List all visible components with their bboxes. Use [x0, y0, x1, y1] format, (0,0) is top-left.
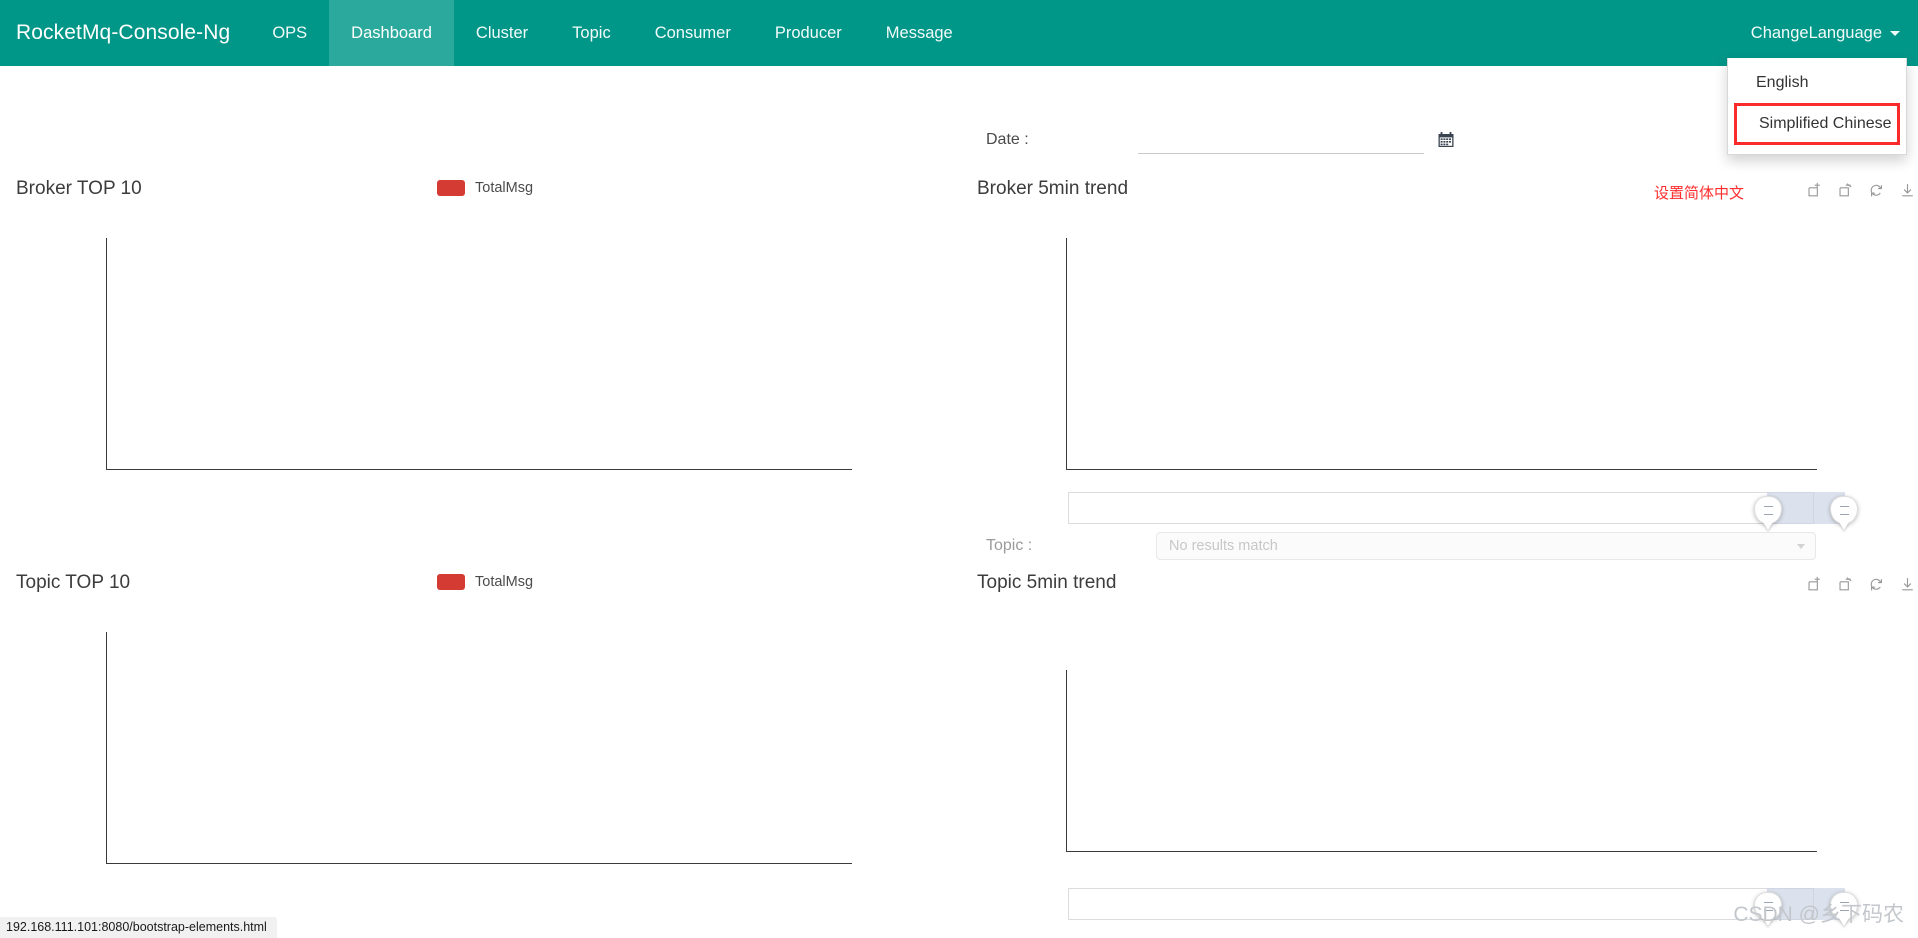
- change-language-dropdown-toggle[interactable]: ChangeLanguage: [1751, 24, 1900, 43]
- nav-item-dashboard[interactable]: Dashboard: [329, 0, 454, 66]
- save-image-icon[interactable]: [1899, 182, 1916, 199]
- panel-title-broker-trend: Broker 5min trend: [977, 178, 1129, 199]
- nav-item-topic[interactable]: Topic: [550, 0, 633, 66]
- nav-item-ops[interactable]: OPS: [250, 0, 329, 66]
- datazoom-slider-topic-trend[interactable]: [1068, 888, 1858, 926]
- datazoom-handle-right[interactable]: [1830, 496, 1858, 530]
- topic-select-value: No results match: [1169, 538, 1278, 554]
- date-filter-row: Date :: [986, 122, 1466, 158]
- topic-label: Topic :: [986, 537, 1033, 554]
- topic-filter-row: Topic : No results match: [986, 532, 1816, 560]
- navbar-right-section: ChangeLanguage: [1751, 0, 1918, 66]
- nav-item-consumer[interactable]: Consumer: [633, 0, 753, 66]
- panel-title-topic-trend: Topic 5min trend: [977, 572, 1117, 593]
- toolbox-topic-trend: [1806, 576, 1916, 593]
- chart-broker-top10[interactable]: [106, 238, 852, 470]
- topic-select[interactable]: No results match: [1156, 532, 1816, 560]
- data-zoom-icon[interactable]: [1806, 576, 1823, 593]
- datazoom-handle-right[interactable]: [1830, 892, 1858, 926]
- legend-topic-top10: TotalMsg: [437, 574, 533, 590]
- panel-title-topic-top10: Topic TOP 10: [16, 572, 131, 593]
- chart-topic-5min-trend[interactable]: [1066, 670, 1817, 852]
- legend-swatch-totalmsg[interactable]: [437, 180, 465, 196]
- calendar-icon[interactable]: [1438, 132, 1454, 148]
- restore-icon[interactable]: [1868, 576, 1885, 593]
- app-brand[interactable]: RocketMq-Console-Ng: [0, 0, 250, 66]
- nav-item-message[interactable]: Message: [864, 0, 975, 66]
- annotation-set-simplified-chinese: 设置简体中文: [1654, 185, 1745, 202]
- browser-status-bar-url: 192.168.111.101:8080/bootstrap-elements.…: [0, 917, 277, 938]
- legend-label-totalmsg: TotalMsg: [475, 574, 534, 590]
- legend-broker-top10: TotalMsg: [437, 180, 533, 196]
- legend-label-totalmsg: TotalMsg: [475, 180, 534, 196]
- save-image-icon[interactable]: [1899, 576, 1916, 593]
- datazoom-handle-left[interactable]: [1754, 496, 1782, 530]
- panel-title-broker-top10: Broker TOP 10: [16, 178, 142, 199]
- chevron-down-icon: [1890, 30, 1900, 36]
- language-option-english[interactable]: English: [1728, 65, 1906, 101]
- data-zoom-icon[interactable]: [1806, 182, 1823, 199]
- legend-swatch-totalmsg[interactable]: [437, 574, 465, 590]
- chart-broker-5min-trend[interactable]: [1066, 238, 1817, 470]
- datazoom-slider-broker-trend[interactable]: [1068, 492, 1858, 530]
- toolbox-broker-trend: [1806, 182, 1916, 199]
- datazoom-handle-left[interactable]: [1754, 892, 1782, 926]
- language-option-simplified-chinese[interactable]: Simplified Chinese: [1734, 103, 1900, 145]
- nav-item-producer[interactable]: Producer: [753, 0, 864, 66]
- data-zoom-reset-icon[interactable]: [1837, 576, 1854, 593]
- change-language-label: ChangeLanguage: [1750, 23, 1882, 42]
- top-navbar: RocketMq-Console-Ng OPS Dashboard Cluste…: [0, 0, 1918, 66]
- date-input[interactable]: [1138, 126, 1424, 154]
- data-zoom-reset-icon[interactable]: [1837, 182, 1854, 199]
- language-dropdown-menu: English Simplified Chinese: [1727, 58, 1907, 155]
- date-label: Date :: [986, 131, 1029, 148]
- restore-icon[interactable]: [1868, 182, 1885, 199]
- nav-item-cluster[interactable]: Cluster: [454, 0, 550, 66]
- chart-topic-top10[interactable]: [106, 632, 852, 864]
- chevron-down-icon: [1797, 543, 1805, 549]
